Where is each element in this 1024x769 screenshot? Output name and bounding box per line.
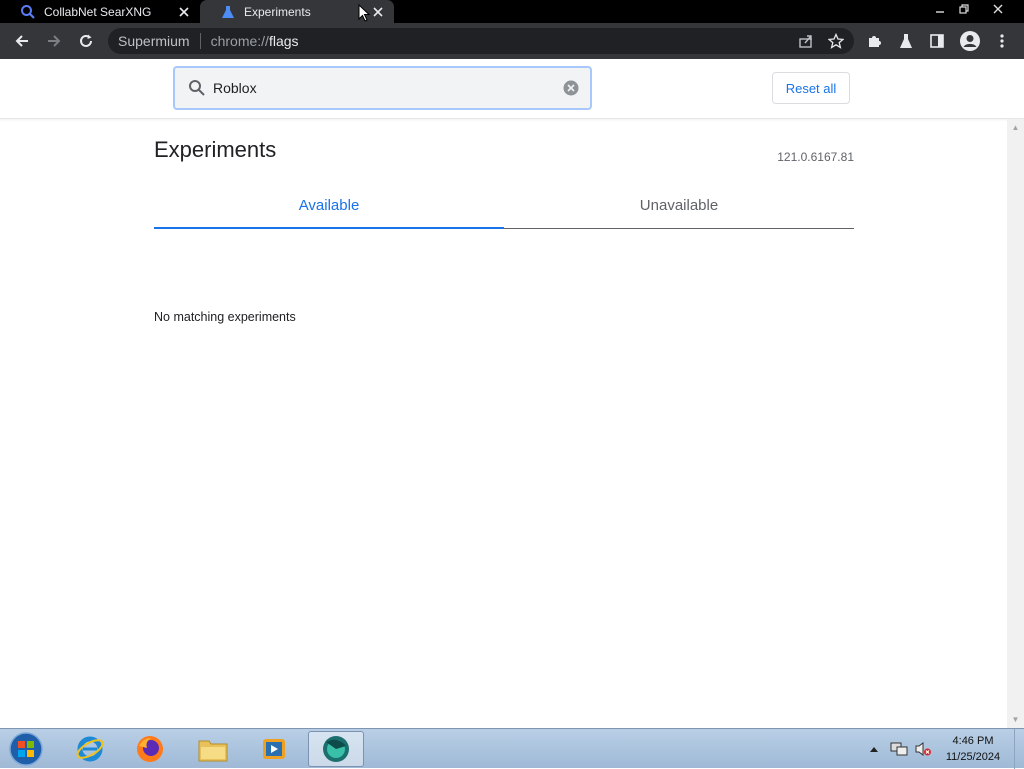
- scroll-down-icon[interactable]: ▼: [1007, 711, 1024, 728]
- firefox-icon: [137, 736, 163, 762]
- show-hidden-icons-button[interactable]: [866, 729, 882, 769]
- taskbar-file-explorer[interactable]: [185, 731, 241, 767]
- side-panel-button[interactable]: [924, 28, 950, 54]
- puzzle-icon: [869, 36, 881, 47]
- browser-toolbar: Supermium chrome:// flags: [0, 23, 1024, 59]
- taskbar: 4:46 PM 11/25/2024: [0, 728, 1024, 769]
- flags-tabs: Available Unavailable: [154, 188, 854, 229]
- flask-icon: [220, 4, 236, 20]
- forward-button[interactable]: [41, 28, 67, 54]
- network-icon[interactable]: [888, 729, 910, 769]
- flags-header: Reset all: [0, 59, 1024, 119]
- side-panel-icon: [930, 34, 944, 48]
- divider: [199, 33, 201, 49]
- scroll-up-icon[interactable]: ▲: [1007, 119, 1024, 136]
- volume-muted-icon[interactable]: [912, 729, 934, 769]
- folder-icon: [198, 740, 228, 762]
- system-clock[interactable]: 4:46 PM 11/25/2024: [940, 733, 1006, 765]
- search-icon: [187, 78, 207, 98]
- show-desktop-button[interactable]: [1014, 729, 1024, 769]
- arrow-right-icon: [48, 35, 61, 47]
- empty-results-message: No matching experiments: [154, 310, 296, 324]
- close-window-button[interactable]: [978, 0, 1018, 18]
- close-tab-icon[interactable]: [176, 4, 192, 20]
- tab-title: CollabNet SearXNG: [44, 4, 152, 19]
- page-title: Experiments: [154, 137, 277, 162]
- url-host: flags: [268, 33, 299, 49]
- site-name: Supermium: [118, 33, 190, 49]
- url-scheme: chrome://: [210, 33, 269, 49]
- arrow-left-icon: [15, 35, 28, 47]
- taskbar-media-player[interactable]: [246, 731, 302, 767]
- tab-strip: CollabNet SearXNG Experiments: [0, 0, 1024, 23]
- minimize-button[interactable]: [928, 0, 952, 18]
- mouse-cursor-icon: [358, 4, 370, 22]
- reset-all-button[interactable]: Reset all: [772, 72, 850, 104]
- close-tab-icon[interactable]: [370, 4, 386, 20]
- version-label: 121.0.6167.81: [777, 150, 854, 164]
- search-input[interactable]: [213, 80, 562, 96]
- clock-time: 4:46 PM: [952, 735, 994, 747]
- profile-button[interactable]: [957, 28, 983, 54]
- taskbar-firefox[interactable]: [122, 731, 178, 767]
- address-bar[interactable]: Supermium chrome:// flags: [108, 28, 854, 54]
- start-button[interactable]: [6, 731, 46, 767]
- flask-icon: [900, 34, 912, 48]
- experiments-toolbar-button[interactable]: [893, 28, 919, 54]
- taskbar-internet-explorer[interactable]: [62, 731, 118, 767]
- media-player-icon: [263, 739, 285, 759]
- share-icon[interactable]: [798, 33, 814, 54]
- kebab-menu-icon: [1000, 34, 1004, 48]
- menu-button[interactable]: [989, 28, 1015, 54]
- tab-unavailable[interactable]: Unavailable: [504, 188, 854, 228]
- clear-search-icon[interactable]: [562, 79, 580, 97]
- reload-button[interactable]: [73, 28, 99, 54]
- bookmark-star-icon[interactable]: [827, 32, 845, 54]
- tab-available[interactable]: Available: [154, 188, 504, 229]
- extensions-button[interactable]: [861, 28, 887, 54]
- supermium-icon: [323, 736, 349, 762]
- internet-explorer-icon: [76, 736, 104, 762]
- taskbar-supermium[interactable]: [308, 731, 364, 767]
- clock-date: 11/25/2024: [945, 751, 1001, 763]
- search-icon: [20, 4, 36, 20]
- windows-orb-icon: [9, 732, 43, 766]
- vertical-scrollbar[interactable]: ▲ ▼: [1007, 119, 1024, 728]
- back-button[interactable]: [9, 28, 35, 54]
- restore-button[interactable]: [952, 0, 976, 18]
- tab-collabnet-searxng[interactable]: CollabNet SearXNG: [0, 0, 200, 23]
- reload-icon: [80, 34, 92, 47]
- search-field-container[interactable]: [173, 66, 592, 110]
- tab-title: Experiments: [244, 4, 311, 19]
- avatar-icon: [960, 31, 980, 51]
